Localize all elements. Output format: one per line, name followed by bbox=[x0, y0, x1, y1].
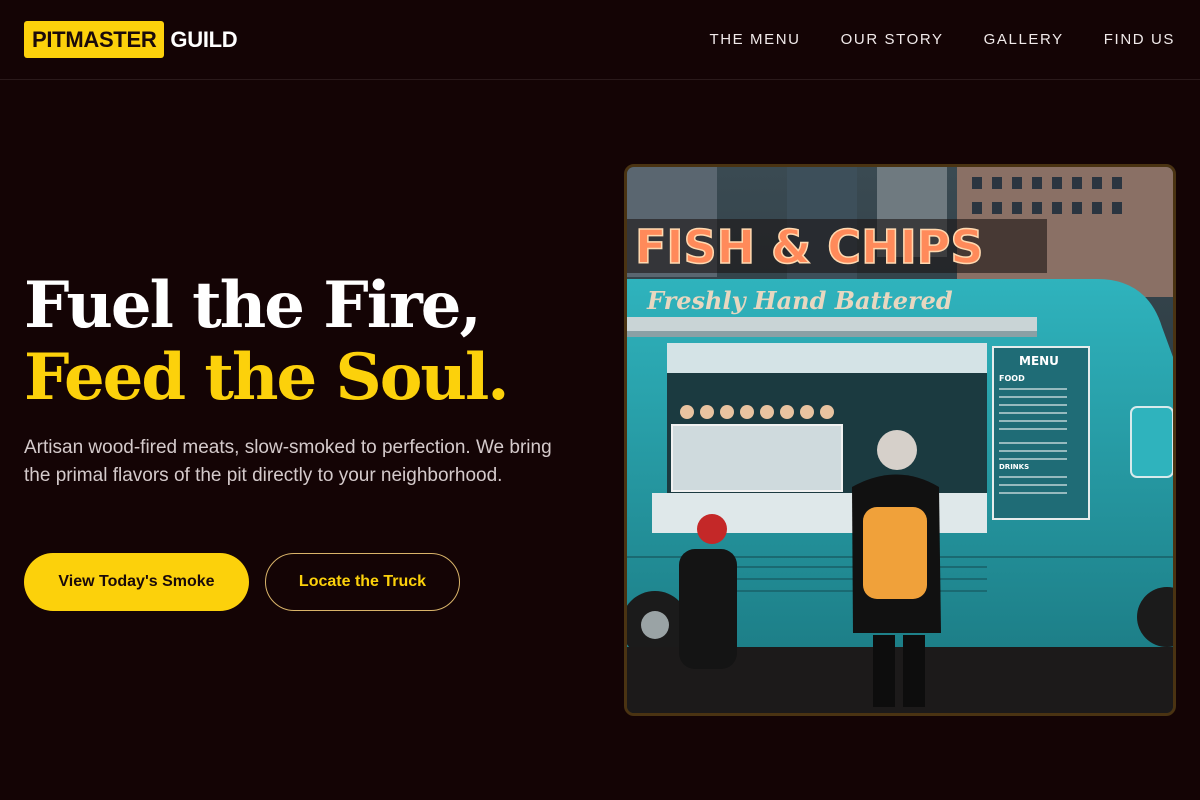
locate-truck-button[interactable]: Locate the Truck bbox=[265, 553, 460, 611]
menu-board-drinks-heading: DRINKS bbox=[999, 463, 1029, 471]
logo-text: GUILD bbox=[170, 26, 238, 52]
food-truck-photo: FISH & CHIPS Freshly Hand Battered MENU … bbox=[624, 164, 1176, 716]
headline-line-1: Fuel the Fire, bbox=[24, 268, 482, 343]
hero-tagline: Artisan wood-fired meats, slow-smoked to… bbox=[24, 437, 552, 486]
menu-board-title: MENU bbox=[1019, 354, 1059, 368]
hero-buttons: View Today's Smoke Locate the Truck bbox=[24, 553, 460, 611]
view-todays-smoke-button[interactable]: View Today's Smoke bbox=[24, 553, 249, 611]
nav-link-find-us[interactable]: FIND US bbox=[1104, 31, 1175, 48]
hero-headline: Fuel the Fire, Feed the Soul. bbox=[24, 270, 584, 414]
logo-highlight: PITMASTER bbox=[24, 21, 165, 58]
navbar: PITMASTER GUILD THE MENU OUR STORY GALLE… bbox=[0, 0, 1200, 80]
brand-logo[interactable]: PITMASTER GUILD bbox=[24, 21, 238, 58]
hero-copy: Fuel the Fire, Feed the Soul. Artisan wo… bbox=[24, 270, 584, 490]
headline-line-2: Feed the Soul. bbox=[24, 340, 510, 415]
marquee-sign: FISH & CHIPS bbox=[635, 220, 984, 274]
menu-board-food-heading: FOOD bbox=[999, 374, 1025, 383]
food-truck-illustration: FISH & CHIPS Freshly Hand Battered MENU … bbox=[627, 167, 1173, 713]
script-sign: Freshly Hand Battered bbox=[646, 286, 953, 315]
nav-link-gallery[interactable]: GALLERY bbox=[984, 31, 1064, 48]
nav-link-our-story[interactable]: OUR STORY bbox=[841, 31, 944, 48]
nav-links: THE MENU OUR STORY GALLERY FIND US bbox=[709, 31, 1175, 48]
nav-link-menu[interactable]: THE MENU bbox=[709, 31, 800, 48]
